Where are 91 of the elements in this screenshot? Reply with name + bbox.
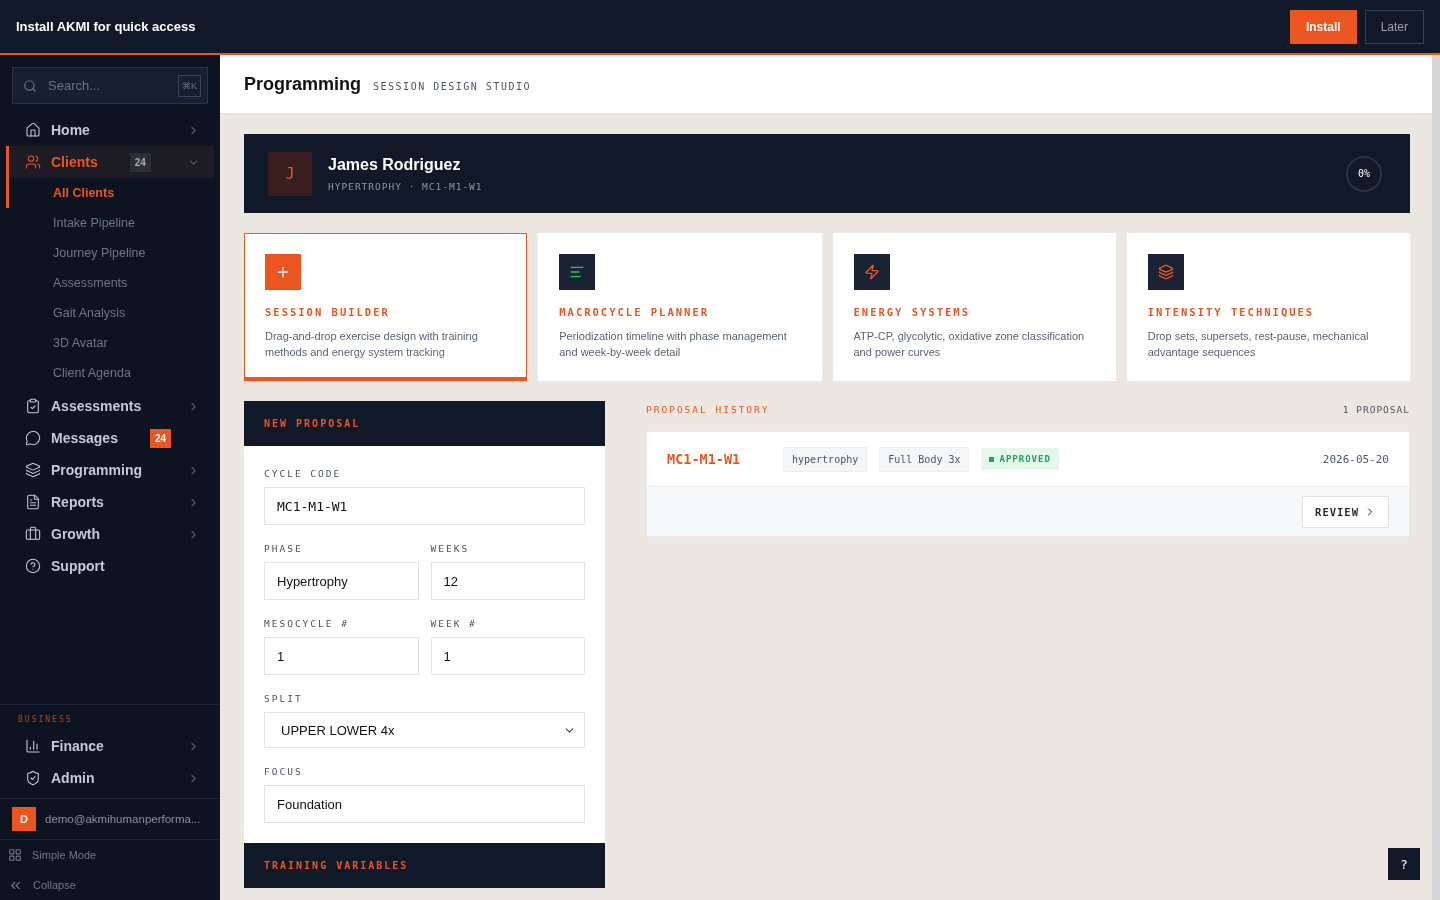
count-badge: 24 [129,152,151,172]
tool-title: SESSION BUILDER [265,306,391,318]
sub-nav-item[interactable]: All Clients [6,178,220,208]
later-button[interactable]: Later [1364,9,1424,44]
input-field[interactable]: 1 [430,637,585,675]
nav-item[interactable]: Growth [6,518,214,550]
field-label: SPLIT [264,693,304,704]
install-button[interactable]: Install [1289,9,1357,44]
nav-item[interactable]: Finance [6,730,214,762]
tag: hypertrophy [783,446,868,472]
collapse-button[interactable]: Collapse [0,870,220,900]
input-field[interactable]: 12 [430,562,585,600]
count-badge: 24 [149,428,172,448]
search-input[interactable]: Search... [46,77,169,94]
shortcut-hint: ⌘K [178,74,201,97]
sub-nav-item[interactable]: 3D Avatar [6,328,220,358]
nav-item[interactable]: Programming [6,454,214,486]
section-title: BUSINESS [17,714,74,726]
stack-icon [25,462,41,478]
tool-description: ATP-CP, glycolytic, oxidative zone classification and power curves [853,329,1086,360]
tool-title: INTENSITY TECHNIQUES [1147,306,1316,318]
users-icon [25,154,41,170]
layers-icon [1147,254,1184,290]
field-label: WEEKS [430,543,471,554]
sub-nav-item[interactable]: Client Agenda [6,358,220,388]
chat-icon [25,430,41,446]
nav-item[interactable]: Support [6,550,214,582]
panel-title: NEW PROPOSAL [244,401,605,446]
sub-nav-item[interactable]: Journey Pipeline [6,238,220,268]
bar-chart-icon [25,738,41,754]
clipboard-icon [25,398,41,414]
field-label: CYCLE CODE [264,468,343,479]
scrollbar[interactable] [1432,55,1440,900]
progress-ring [1344,153,1384,194]
document-icon [25,494,41,510]
user-avatar: D [12,807,36,831]
field-label: FOCUS [264,766,304,777]
simple-mode-button[interactable]: Simple Mode [0,840,220,870]
select-field[interactable]: UPPER LOWER 4x [264,712,585,748]
field-label: PHASE [264,543,304,554]
nav-item[interactable]: Admin [6,762,214,794]
bolt-icon [853,254,890,290]
help-icon [25,558,41,574]
section-title: PROPOSAL HISTORY [646,404,770,415]
nav-item[interactable]: Reports [6,486,214,518]
status-badge: APPROVED [981,448,1059,470]
tool-card[interactable]: SESSION BUILDER Drag-and-drop exercise design with training methods and energy system tracking [244,233,528,381]
tag: Full Body 3x [879,446,970,472]
plus-icon [265,254,301,290]
proposal-date: 2026-05-20 [1322,452,1389,466]
client-avatar: J [268,151,312,196]
home-icon [25,122,41,138]
tool-title: MACROCYCLE PLANNER [559,306,711,318]
field-label: WEEK # [430,618,478,629]
input-field[interactable]: MC1-M1-W1 [264,487,585,525]
nav-item[interactable]: Home [6,114,214,146]
field-label: MESOCYCLE # [264,618,350,629]
lines-icon [559,254,596,290]
search-icon [23,78,37,93]
sub-nav-item[interactable]: Gait Analysis [6,298,220,328]
tool-description: Periodization timeline with phase management and week-by-week detail [559,329,788,360]
nav-item[interactable]: Assessments [6,390,214,422]
tool-card[interactable]: INTENSITY TECHNIQUES Drop sets, supersets, rest-pause, mechanical advantage sequences [1126,233,1410,381]
search-field[interactable]: Search... ⌘K [12,67,208,104]
tool-card[interactable]: MACROCYCLE PLANNER Periodization timeline with phase management and week-by-week detail [538,233,822,381]
banner-text: Install AKMI for quick access [16,19,197,34]
help-button[interactable]: ? [1388,848,1420,880]
nav-item[interactable]: Messages 24 [6,422,214,454]
page-subtitle: SESSION DESIGN STUDIO [373,80,531,92]
review-button[interactable]: REVIEW [1302,495,1389,528]
input-field[interactable]: Foundation [264,785,585,823]
proposal-count: 1 PROPOSAL [1342,404,1410,415]
panel-title: TRAINING VARIABLES [244,843,605,888]
tool-description: Drop sets, supersets, rest-pause, mechanical advantage sequences [1147,329,1370,360]
input-field[interactable]: Hypertrophy [264,562,419,600]
grid-icon [8,848,22,862]
tool-description: Drag-and-drop exercise design with training methods and energy system tracking [265,329,479,360]
tool-title: ENERGY SYSTEMS [853,306,971,318]
nav-item[interactable]: Clients 24 [6,146,214,178]
shield-icon [25,770,41,786]
client-meta: HYPERTROPHY · MC1-M1-W1 [328,180,484,192]
input-field[interactable]: 1 [264,637,419,675]
page-title: Programming [244,73,362,95]
progress-reading: 0% [1357,168,1370,179]
proposal-code: MC1-M1-W1 [667,451,742,467]
tool-card[interactable]: ENERGY SYSTEMS ATP-CP, glycolytic, oxidative zone classification and power curves [832,233,1116,381]
briefcase-icon [25,526,41,542]
client-name: James Rodriguez [328,155,462,174]
sub-nav-item[interactable]: Assessments [6,268,220,298]
sub-nav-item[interactable]: Intake Pipeline [6,208,220,238]
user-email: demo@akmihumanperforma... [45,813,201,825]
